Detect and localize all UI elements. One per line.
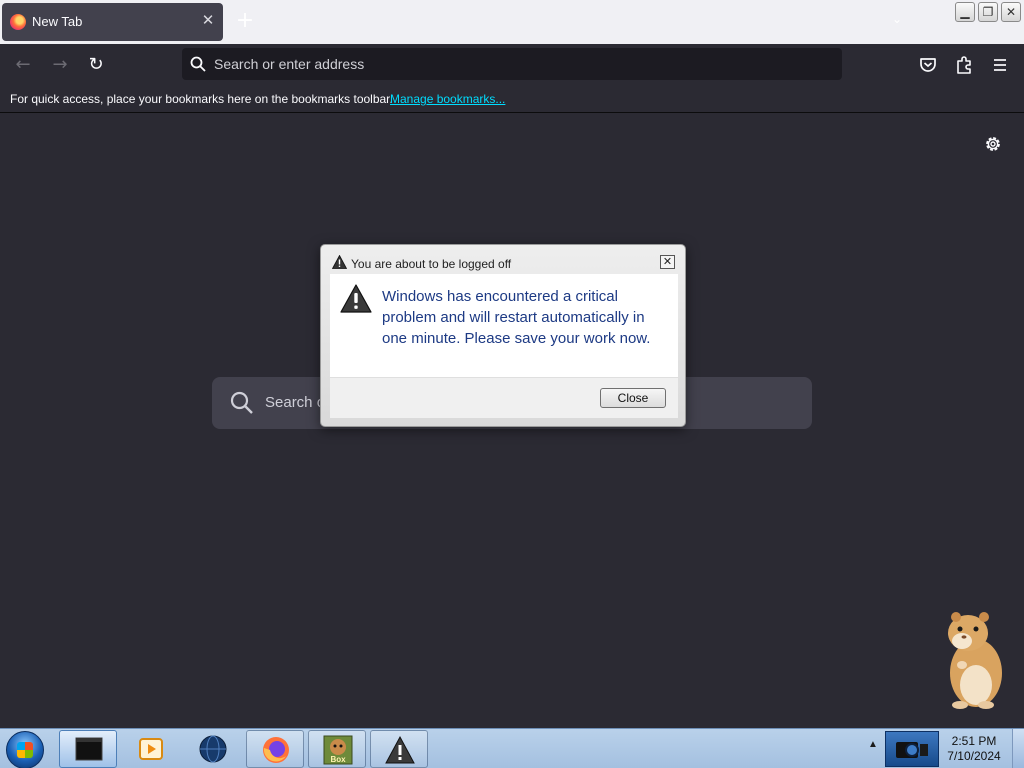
pocket-button[interactable] (915, 52, 941, 78)
windows-logo-icon (17, 742, 33, 758)
forward-button[interactable]: → (47, 52, 73, 78)
camera-icon (896, 742, 928, 758)
taskbar-item-media-player[interactable] (122, 730, 180, 768)
search-placeholder: Search o (265, 394, 326, 411)
close-button[interactable]: Close (600, 388, 666, 408)
search-icon (230, 391, 253, 414)
tab-close-icon[interactable]: ✕ (199, 12, 217, 30)
extensions-icon (957, 56, 971, 74)
clock-time: 2:51 PM (951, 734, 997, 748)
search-icon (190, 56, 206, 72)
tab-new-tab[interactable]: New Tab ✕ (2, 3, 223, 41)
back-button[interactable]: ← (10, 52, 36, 78)
pocket-icon (920, 58, 936, 72)
firefox-icon (10, 14, 26, 30)
gear-icon (986, 137, 1000, 151)
menu-icon (994, 59, 1006, 71)
taskbar-item-boxed-game[interactable]: Box (308, 730, 366, 768)
personalize-button[interactable] (982, 133, 1004, 155)
tab-strip: New Tab ✕ + ⌄ ▁ ❐ ✕ (0, 0, 1024, 44)
taskbar-item-firefox[interactable] (246, 730, 304, 768)
start-button[interactable] (6, 731, 44, 768)
logoff-warning-dialog: You are about to be logged off ✕ Windows… (320, 244, 686, 427)
taskbar-item-warning[interactable] (370, 730, 428, 768)
extensions-button[interactable] (951, 52, 977, 78)
media-player-icon (139, 738, 163, 760)
clock-date: 7/10/2024 (947, 749, 1001, 763)
taskbar: Box ▲ 2:51 PM 7/10/2024 (0, 728, 1024, 768)
system-clock[interactable]: 2:51 PM 7/10/2024 (940, 734, 1008, 764)
tab-title: New Tab (32, 14, 83, 29)
tab-list-button[interactable]: ⌄ (888, 12, 906, 30)
url-bar[interactable] (182, 48, 842, 80)
hamster-sticker (948, 612, 1002, 709)
dialog-title: You are about to be logged off (351, 257, 512, 271)
firefox-icon (263, 737, 289, 763)
tray-network-camera[interactable] (885, 731, 939, 767)
taskbar-item-globe[interactable] (184, 730, 242, 768)
reload-button[interactable]: ↻ (83, 52, 109, 78)
bookmarks-hint: For quick access, place your bookmarks h… (10, 92, 393, 106)
app-menu-button[interactable] (987, 52, 1013, 78)
maximize-button[interactable]: ❐ (978, 2, 998, 22)
warning-icon (385, 735, 415, 764)
minimize-button[interactable]: ▁ (955, 2, 975, 22)
dialog-close-icon[interactable]: ✕ (660, 255, 675, 269)
warning-icon (340, 284, 372, 313)
show-desktop-button[interactable] (1012, 729, 1024, 768)
bookmarks-toolbar: For quick access, place your bookmarks h… (0, 86, 1024, 113)
close-window-button[interactable]: ✕ (1001, 2, 1021, 22)
show-hidden-icons-button[interactable]: ▲ (866, 739, 880, 757)
box-label: Box (330, 755, 346, 764)
warning-icon (332, 255, 347, 269)
boxed-game-icon: Box (323, 735, 353, 765)
terminal-icon (75, 737, 103, 761)
url-input[interactable] (214, 48, 824, 80)
dialog-message: Windows has encountered a critical probl… (382, 288, 651, 347)
taskbar-item-terminal[interactable] (59, 730, 117, 768)
dialog-body: Windows has encountered a critical probl… (330, 274, 678, 377)
dialog-footer: Close (330, 377, 678, 418)
navigation-toolbar: ← → ↻ (0, 44, 1024, 86)
globe-icon (199, 735, 227, 763)
manage-bookmarks-link[interactable]: Manage bookmarks... (390, 92, 505, 106)
new-tab-button[interactable]: + (234, 10, 256, 32)
